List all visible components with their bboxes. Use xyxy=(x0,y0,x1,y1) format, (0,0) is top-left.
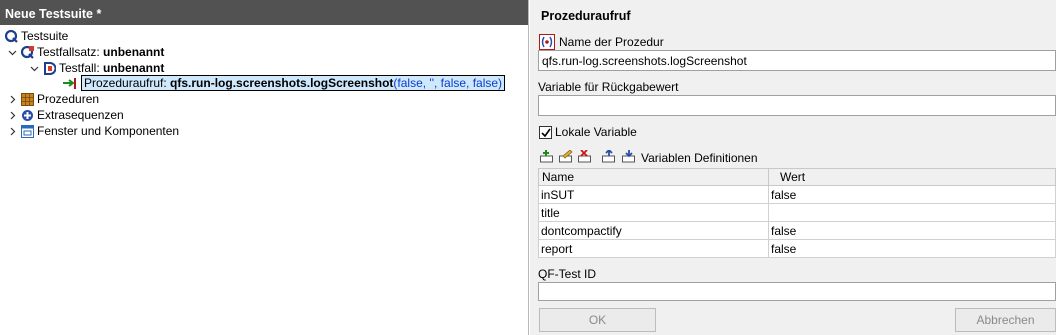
details-title: Prozeduraufruf xyxy=(541,9,631,23)
tree-node-testfallsatz[interactable]: Testfallsatz: unbenannt xyxy=(7,44,164,60)
move-down-icon[interactable] xyxy=(622,150,636,163)
tree-label-testfall-prefix: Testfall: xyxy=(59,61,104,75)
tree-node-extrasequenzen[interactable]: Extrasequenzen xyxy=(7,107,124,123)
tree-label-testfallsatz-prefix: Testfallsatz: xyxy=(37,45,104,59)
tree-node-prozeduraufruf[interactable]: Prozeduraufruf: qfs.run-log.screenshots.… xyxy=(62,75,506,91)
local-variable-checkbox[interactable] xyxy=(539,126,552,139)
ok-button[interactable]: OK xyxy=(539,308,656,332)
tree-label-fenster: Fenster und Komponenten xyxy=(37,124,180,138)
add-row-icon[interactable] xyxy=(540,150,554,163)
table-row[interactable]: report false xyxy=(538,239,1056,258)
return-variable-label: Variable für Rückgabewert xyxy=(538,80,679,94)
extrasequences-icon xyxy=(21,109,34,122)
variables-table: Name Wert inSUT false title dontcompacti… xyxy=(538,168,1056,258)
cancel-button[interactable]: Abbrechen xyxy=(955,308,1056,332)
procedures-icon xyxy=(21,92,34,106)
checkmark-icon xyxy=(540,128,551,137)
testfall-icon xyxy=(43,61,56,75)
local-variable-label: Lokale Variable xyxy=(555,125,637,139)
column-header-value[interactable]: Wert xyxy=(768,168,1056,186)
procedure-name-input[interactable]: qfs.run-log.screenshots.logScreenshot xyxy=(538,50,1056,71)
variable-definitions-label: Variablen Definitionen xyxy=(641,151,758,165)
windows-components-icon xyxy=(21,124,34,138)
tree-node-prozeduren[interactable]: Prozeduren xyxy=(7,91,99,107)
procedure-call-badge-icon xyxy=(539,34,555,50)
cell-value[interactable]: false xyxy=(768,221,1056,240)
chevron-right-icon[interactable] xyxy=(7,94,17,104)
chevron-down-icon[interactable] xyxy=(7,47,17,57)
testsuite-icon xyxy=(5,29,18,43)
tree-label-testfallsatz-name: unbenannt xyxy=(103,45,165,59)
tree-node-fenster[interactable]: Fenster und Komponenten xyxy=(7,123,179,139)
tree-panel-title: Neue Testsuite * xyxy=(0,0,528,25)
cell-value[interactable]: false xyxy=(768,185,1056,204)
column-header-name[interactable]: Name xyxy=(538,168,769,186)
procedure-name-label: Name der Prozedur xyxy=(559,35,664,49)
table-row[interactable]: dontcompactify false xyxy=(538,221,1056,240)
tree-label-call-prefix: Prozeduraufruf: xyxy=(84,76,171,90)
details-panel: Prozeduraufruf Name der Prozedur qfs.run… xyxy=(530,0,1056,335)
cell-name[interactable]: title xyxy=(538,203,769,222)
tree-label-testsuite: Testsuite xyxy=(21,29,69,43)
table-row[interactable]: title xyxy=(538,203,1056,222)
move-up-icon[interactable] xyxy=(602,148,616,163)
chevron-down-icon[interactable] xyxy=(29,63,39,73)
cell-name[interactable]: inSUT xyxy=(538,185,769,204)
procedure-call-icon xyxy=(62,77,78,90)
qftest-id-input[interactable] xyxy=(538,282,1056,301)
tree-panel: Neue Testsuite * Testsuite Testfallsatz:… xyxy=(0,0,529,335)
testfallsatz-icon xyxy=(21,45,34,59)
cell-name[interactable]: dontcompactify xyxy=(538,221,769,240)
tree-node-testfall[interactable]: Testfall: unbenannt xyxy=(29,60,164,76)
chevron-right-icon[interactable] xyxy=(7,110,17,120)
tree-label-extrasequenzen: Extrasequenzen xyxy=(37,108,124,122)
tree-label-testfall-name: unbenannt xyxy=(103,61,165,75)
cell-name[interactable]: report xyxy=(538,239,769,258)
tree-label-prozeduren: Prozeduren xyxy=(37,92,100,106)
return-variable-input[interactable] xyxy=(538,95,1056,116)
delete-row-icon[interactable] xyxy=(578,149,592,163)
tree-node-testsuite[interactable]: Testsuite xyxy=(5,28,68,44)
edit-row-icon[interactable] xyxy=(559,149,573,163)
tree-label-call-name: qfs.run-log.screenshots.logScreenshot xyxy=(170,76,394,90)
selected-tree-item[interactable]: Prozeduraufruf: qfs.run-log.screenshots.… xyxy=(81,75,506,91)
cell-value[interactable] xyxy=(768,203,1056,222)
tree-label-call-args: (false, '', false, false) xyxy=(393,76,503,90)
table-header-row: Name Wert xyxy=(538,168,1056,186)
table-row[interactable]: inSUT false xyxy=(538,185,1056,204)
cell-value[interactable]: false xyxy=(768,239,1056,258)
qftest-id-label: QF-Test ID xyxy=(538,267,597,281)
chevron-right-icon[interactable] xyxy=(7,126,17,136)
